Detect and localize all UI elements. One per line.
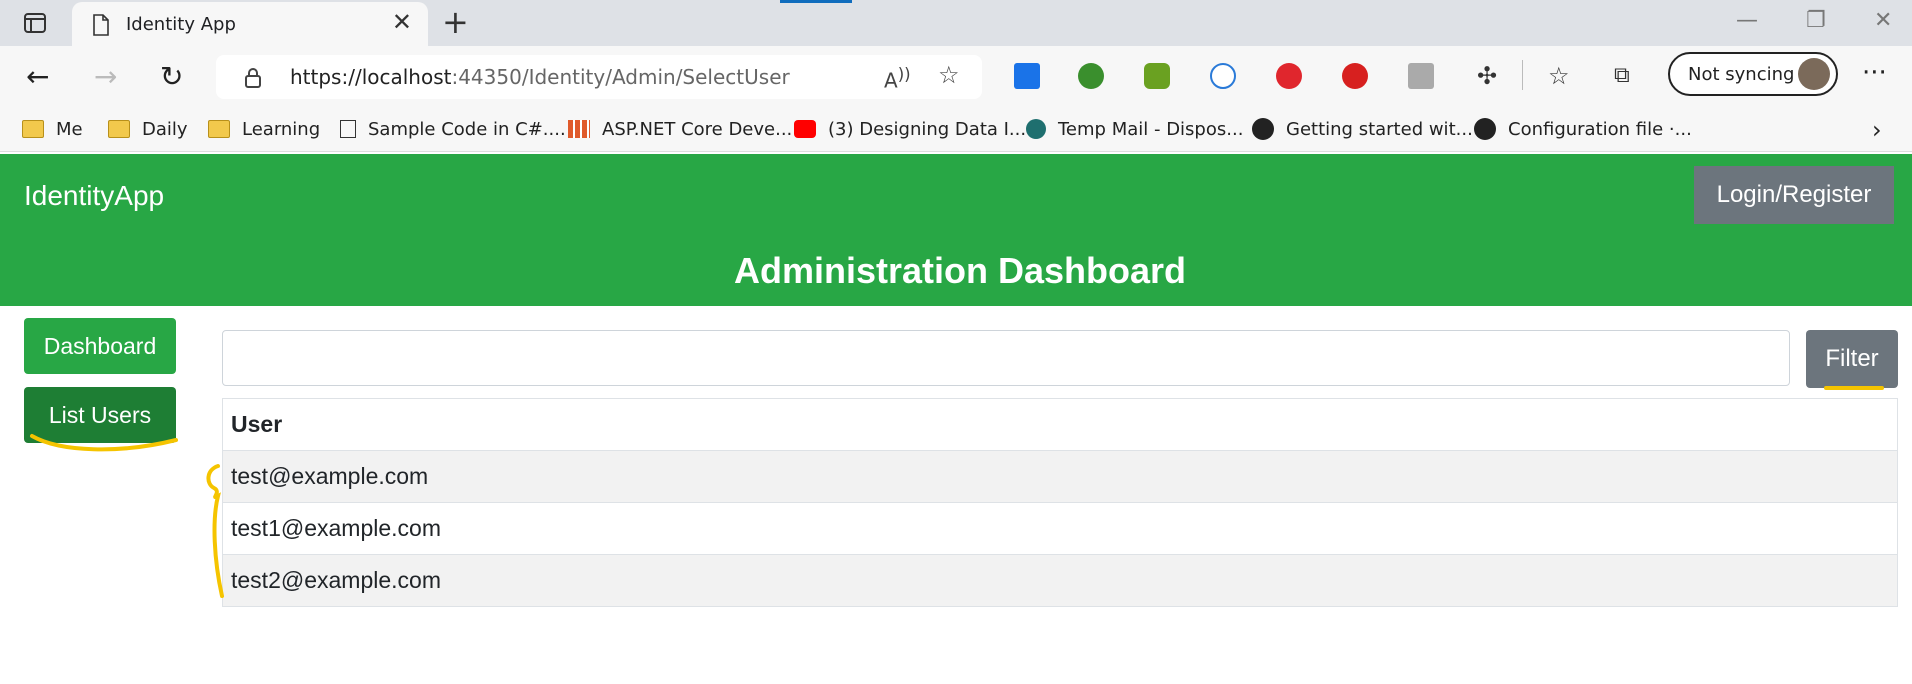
address-bar[interactable]: https://localhost:44350/Identity/Admin/S… [216,55,982,99]
table-row[interactable]: test2@example.com [222,554,1898,607]
refresh-icon[interactable]: ↻ [160,62,183,92]
stop-hand-icon[interactable] [1342,63,1368,89]
avatar [1798,58,1830,90]
chevron-right-icon[interactable]: › [1872,116,1882,144]
extension-v-icon[interactable] [1408,63,1434,89]
bookmark-temp-mail[interactable]: Temp Mail - Dispos... [1026,116,1243,142]
bookmark-label: Me [56,118,83,140]
table-row[interactable]: test1@example.com [222,502,1898,555]
bookmark-label: Daily [142,118,188,140]
restore-icon[interactable]: ❐ [1806,8,1826,33]
forward-icon[interactable]: → [94,62,117,92]
page-title: Administration Dashboard [733,250,1187,291]
loading-indicator [780,0,852,3]
bookmarks-bar: Me Daily Learning Sample Code in C#.... … [0,108,1912,152]
site-header: IdentityApp Login/Register Administratio… [0,154,1912,306]
column-header-user: User [222,398,1898,451]
more-options-icon[interactable]: ··· [1862,58,1887,88]
user-email-cell: test1@example.com [222,502,1898,555]
tab-actions-icon[interactable] [24,13,46,37]
folder-icon [108,120,130,138]
page-icon [340,120,356,138]
read-aloud-icon[interactable]: A)) [884,65,911,93]
sync-label: Not syncing [1688,64,1795,85]
users-table: User test@example.com test1@example.com … [222,398,1898,607]
folder-icon [208,120,230,138]
extension-green-icon[interactable] [1144,63,1170,89]
brand-link[interactable]: IdentityApp [24,180,164,212]
bookmark-daily[interactable]: Daily [108,116,188,142]
table-header-row: User [222,398,1898,451]
profile-sync-button[interactable]: Not syncing [1668,52,1838,96]
toolbar: ← → ↻ https://localhost:44350/Identity/A… [0,46,1912,108]
tab-identity-app[interactable]: Identity App ✕ [72,2,428,46]
bookmark-getting-started[interactable]: Getting started wit... [1252,116,1473,142]
extensions-puzzle-icon[interactable]: ✣ [1474,63,1500,89]
bookmark-learning[interactable]: Learning [208,116,320,142]
dashboard-button[interactable]: Dashboard [24,318,176,374]
bookmark-label: (3) Designing Data I... [828,118,1027,140]
user-email-cell: test2@example.com [222,554,1898,607]
list-users-button[interactable]: List Users [24,387,176,443]
new-tab-icon[interactable]: + [442,4,469,40]
filter-button[interactable]: Filter [1806,330,1898,388]
add-favorite-icon[interactable]: ☆ [938,61,960,89]
github-icon [1252,118,1274,140]
url-path: :44350/Identity/Admin/SelectUser [451,65,790,89]
extension-circle-icon[interactable] [1210,63,1236,89]
lock-icon[interactable] [244,67,262,93]
youtube-icon [794,120,816,138]
bracket-rows-annotation [206,464,224,598]
bookmark-me[interactable]: Me [22,116,83,142]
collections-icon[interactable]: ⧉ [1614,63,1640,89]
bookmark-label: Learning [242,118,321,140]
user-email-cell: test@example.com [222,450,1898,503]
bookmark-configuration[interactable]: Configuration file ·... [1474,116,1692,142]
filter-input[interactable] [222,330,1790,386]
bookmark-sample-code[interactable]: Sample Code in C#.... [340,116,566,142]
favorites-icon[interactable]: ☆ [1548,63,1574,89]
table-row[interactable]: test@example.com [222,450,1898,503]
back-icon[interactable]: ← [26,62,49,92]
tempmail-icon [1026,119,1046,139]
tab-strip: Identity App ✕ + — ❐ ✕ [0,0,1912,46]
url-host: https://localhost [290,65,452,89]
github-icon [1474,118,1496,140]
close-icon[interactable]: ✕ [392,10,412,34]
bookmark-label: Sample Code in C#.... [368,118,566,140]
url-text[interactable]: https://localhost:44350/Identity/Admin/S… [290,65,790,89]
minimize-icon[interactable]: — [1736,8,1758,33]
extension-globe-icon[interactable] [1078,63,1104,89]
grid-icon [568,120,590,138]
folder-icon [22,120,44,138]
tab-title: Identity App [126,14,236,35]
close-window-icon[interactable]: ✕ [1874,8,1892,33]
bookmark-aspnet[interactable]: ASP.NET Core Deve... [568,116,792,142]
page-icon [92,14,110,40]
bookmark-label: Getting started wit... [1286,118,1473,140]
bookmark-designing-data[interactable]: (3) Designing Data I... [794,116,1026,142]
adblock-icon[interactable] [1276,63,1302,89]
login-register-button[interactable]: Login/Register [1694,166,1894,224]
toolbar-divider [1522,60,1523,90]
extension-blue-icon[interactable] [1014,63,1040,89]
bookmark-label: Temp Mail - Dispos... [1058,118,1244,140]
bookmark-label: ASP.NET Core Deve... [602,118,793,140]
bookmark-label: Configuration file ·... [1508,118,1692,140]
